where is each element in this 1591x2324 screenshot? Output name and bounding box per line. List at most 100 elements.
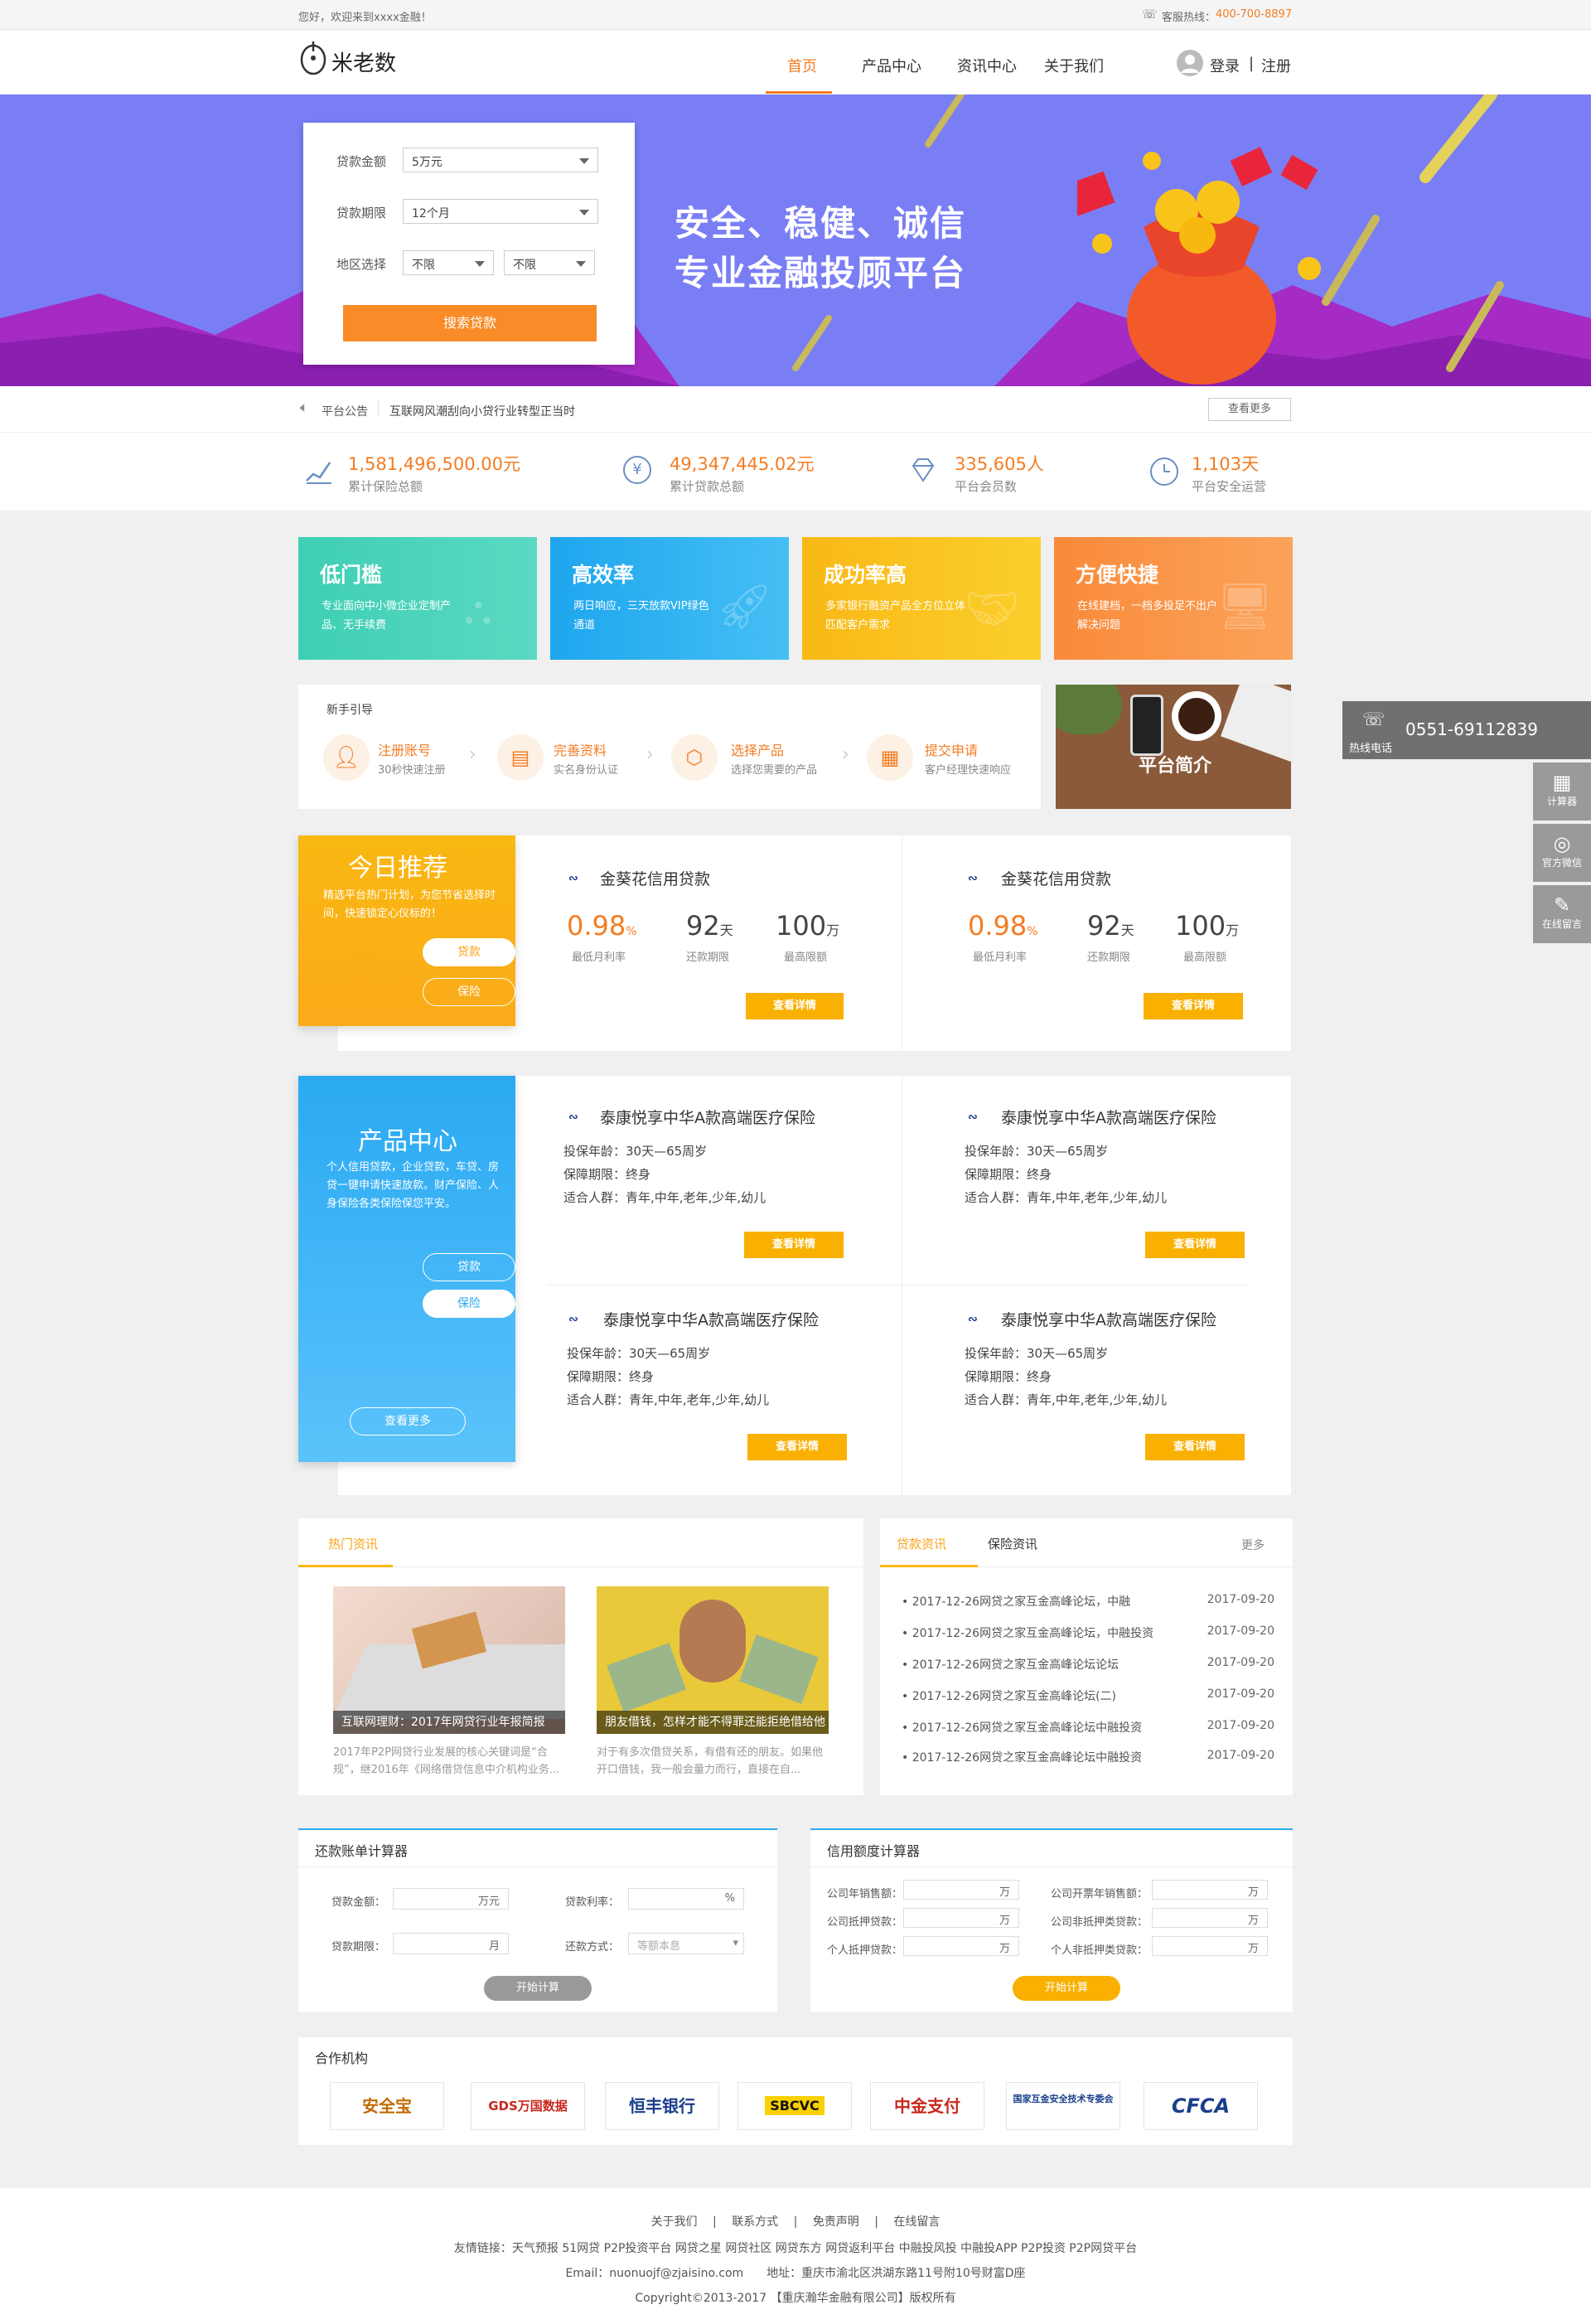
view-details-button[interactable]: 查看详情 <box>1144 993 1243 1019</box>
product-more-button[interactable]: 查看更多 <box>350 1407 466 1436</box>
repayment-calculator: 还款账单计算器 贷款金额： 万元 贷款利率： % 贷款期限： 月 还款方式： 等… <box>298 1828 777 2012</box>
slogan-line-2: 专业金融投顾平台 <box>675 253 967 293</box>
region-city-select[interactable]: 不限 <box>504 250 595 275</box>
nav-home[interactable]: 首页 <box>787 55 817 76</box>
product-insurance-button[interactable]: 保险 <box>423 1290 515 1318</box>
news-list-item[interactable]: • 2017-12-26网贷之家互金高峰论坛，中融 2017-09-20 <box>902 1593 1274 1610</box>
step-title[interactable]: 完善资料 <box>554 739 607 759</box>
loan-search-form: 贷款金额 5万元 贷款期限 12个月 地区选择 不限 不限 搜索贷款 <box>303 123 635 365</box>
calc-start-button[interactable]: 开始计算 <box>1013 1976 1120 2001</box>
nav-active-indicator <box>766 91 832 94</box>
partner-logo-hengfeng[interactable]: 恒丰银行 <box>605 2082 719 2130</box>
calc-row-input[interactable]: 万 <box>1152 1936 1268 1956</box>
recommend-product-name[interactable]: 金葵花信用贷款 <box>1001 867 1111 889</box>
hotline-float-label: 热线电话 <box>1349 743 1393 755</box>
news-list-item[interactable]: • 2017-12-26网贷之家互金高峰论坛论坛 2017-09-20 <box>902 1656 1274 1673</box>
partner-logo-anquanbao[interactable]: 安全宝 <box>330 2082 444 2130</box>
recommend-insurance-button[interactable]: 保险 <box>423 978 515 1006</box>
notice-text[interactable]: 互联网风潮刮向小贷行业转型正当时 <box>389 403 575 419</box>
nav-about[interactable]: 关于我们 <box>1044 55 1104 76</box>
product-name[interactable]: 泰康悦享中华A款高端医疗保险 <box>1001 1106 1216 1128</box>
sidebar-wechat-button[interactable]: ◎ 官方微信 <box>1533 824 1591 882</box>
step-title[interactable]: 注册账号 <box>378 739 431 759</box>
user-avatar-icon[interactable] <box>1177 50 1203 76</box>
friend-links[interactable]: 友情链接：天气预报 51网贷 P2P投资平台 网贷之星 网贷社区 网贷东方 网贷… <box>0 2239 1591 2256</box>
news-list-item[interactable]: • 2017-12-26网贷之家互金高峰论坛中融投资 2017-09-20 <box>902 1749 1274 1765</box>
footer-link-disclaimer[interactable]: 免责声明 <box>813 2215 859 2229</box>
view-details-button[interactable]: 查看详情 <box>747 1434 847 1460</box>
news-list-item[interactable]: • 2017-12-26网贷之家互金高峰论坛，中融投资 2017-09-20 <box>902 1624 1274 1641</box>
view-details-button[interactable]: 查看详情 <box>1145 1232 1245 1258</box>
view-details-button[interactable]: 查看详情 <box>746 993 844 1019</box>
calc-method-select[interactable]: 等额本息 ▾ <box>628 1933 744 1954</box>
news-image-money[interactable]: 朋友借钱，怎样才能不得罪还能拒绝借给他 <box>597 1586 829 1734</box>
recommend-loan-button[interactable]: 贷款 <box>423 938 515 966</box>
calc-term-input[interactable]: 月 <box>393 1933 509 1954</box>
search-loan-button[interactable]: 搜索贷款 <box>343 305 597 341</box>
partner-logo-cfca[interactable]: CFCA <box>1144 2082 1258 2130</box>
product-name[interactable]: 泰康悦享中华A款高端医疗保险 <box>600 1106 815 1128</box>
news-list-item[interactable]: • 2017-12-26网贷之家互金高峰论坛(二) 2017-09-20 <box>902 1687 1274 1704</box>
calc-rate-input[interactable]: % <box>628 1888 744 1910</box>
limit-value: 100万 <box>776 910 840 942</box>
slogan-line-1: 安全、稳健、诚信 <box>675 203 967 244</box>
sidebar-message-button[interactable]: ✎ 在线留言 <box>1533 885 1591 943</box>
view-details-button[interactable]: 查看详情 <box>1145 1434 1245 1460</box>
region-province-select[interactable]: 不限 <box>403 250 494 275</box>
sidebar-calculator-button[interactable]: ▦ 计算器 <box>1533 763 1591 821</box>
product-center-desc: 个人信用贷款，企业贷款，车贷、房贷一键申请快速放款。财产保险、人身保险各类保险保… <box>326 1161 500 1210</box>
recommend-product-name[interactable]: 金葵花信用贷款 <box>600 867 710 889</box>
news-list-item[interactable]: • 2017-12-26网贷之家互金高峰论坛中融投资 2017-09-20 <box>902 1719 1274 1736</box>
logo-icon[interactable] <box>298 40 328 76</box>
calc-row-input[interactable]: 万 <box>1152 1908 1268 1928</box>
footer-link-contact[interactable]: 联系方式 <box>732 2215 778 2229</box>
nav-products[interactable]: 产品中心 <box>862 55 921 76</box>
calc-row-input[interactable]: 万 <box>903 1936 1019 1956</box>
divider <box>810 1866 1293 1867</box>
platform-intro-banner[interactable]: 平台简介 <box>1056 685 1291 809</box>
stairs-icon: ⛬ <box>464 587 492 633</box>
footer-link-message[interactable]: 在线留言 <box>893 2215 940 2229</box>
stat-label-loan: 累计贷款总额 <box>670 479 745 494</box>
nav-news[interactable]: 资讯中心 <box>957 55 1017 76</box>
calc-start-button[interactable]: 开始计算 <box>484 1976 592 2001</box>
register-link[interactable]: 注册 <box>1261 55 1291 76</box>
logo-text[interactable]: 米老数 <box>331 46 396 77</box>
loan-news-tab[interactable]: 贷款资讯 <box>897 1535 946 1552</box>
wechat-icon: ◎ <box>1553 832 1571 855</box>
partner-logo-gds[interactable]: GDS万国数据 <box>471 2082 585 2130</box>
step-title[interactable]: 提交申请 <box>925 739 978 759</box>
feature-card-efficiency[interactable]: 高效率 两日响应，三天放款VIP绿色通道 🚀︎ <box>550 537 789 660</box>
product-loan-button[interactable]: 贷款 <box>423 1253 515 1281</box>
calc-amount-input[interactable]: 万元 <box>393 1888 509 1910</box>
product-name[interactable]: 泰康悦享中华A款高端医疗保险 <box>603 1308 819 1330</box>
calc-row-input[interactable]: 万 <box>1152 1880 1268 1900</box>
product-center-title: 产品中心 <box>358 1127 457 1156</box>
partner-logo-sbcvc[interactable]: SBCVC <box>737 2082 852 2130</box>
login-link[interactable]: 登录 <box>1210 55 1240 76</box>
view-details-button[interactable]: 查看详情 <box>744 1232 844 1258</box>
partner-logo-cpcn[interactable]: 中金支付 <box>870 2082 984 2130</box>
sidebar-message-label: 在线留言 <box>1541 918 1582 930</box>
feature-card-convenience[interactable]: 方便快捷 在线建档，一档多投足不出户解决问题 🖥︎ <box>1054 537 1293 660</box>
partner-logo-nifa[interactable]: 国家互金安全技术专委会 <box>1006 2082 1120 2130</box>
notice-more-button[interactable]: 查看更多 <box>1208 398 1291 421</box>
step-title[interactable]: 选择产品 <box>731 739 784 759</box>
feature-card-success-rate[interactable]: 成功率高 多家银行融资产品全方位立体匹配客户需求 🤝︎ <box>802 537 1041 660</box>
footer-link-about[interactable]: 关于我们 <box>651 2215 698 2229</box>
term-value: 92天 <box>686 910 733 942</box>
feature-card-low-threshold[interactable]: 低门槛 专业面向中小微企业定制产品、无手续费 ⛬ <box>298 537 537 660</box>
product-name[interactable]: 泰康悦享中华A款高端医疗保险 <box>1001 1308 1216 1330</box>
step-desc: 客户经理快速响应 <box>925 764 1012 777</box>
insurance-news-tab[interactable]: 保险资讯 <box>988 1535 1037 1552</box>
amount-select[interactable]: 5万元 <box>403 148 598 172</box>
hot-news-tab[interactable]: 热门资讯 <box>328 1535 378 1552</box>
news-more-link[interactable]: 更多 <box>1241 1537 1265 1553</box>
term-select[interactable]: 12个月 <box>403 199 598 224</box>
calc-row-input[interactable]: 万 <box>903 1880 1019 1900</box>
news-image-keyboard[interactable]: 互联网理财：2017年网贷行业年报简报 <box>333 1586 565 1734</box>
sidebar-wechat-label: 官方微信 <box>1541 857 1582 869</box>
hotline-float[interactable]: ☏ 热线电话 0551-69112839 <box>1342 701 1591 759</box>
calc-row-input[interactable]: 万 <box>903 1908 1019 1928</box>
product-logo-icon: ∾ <box>568 872 578 885</box>
